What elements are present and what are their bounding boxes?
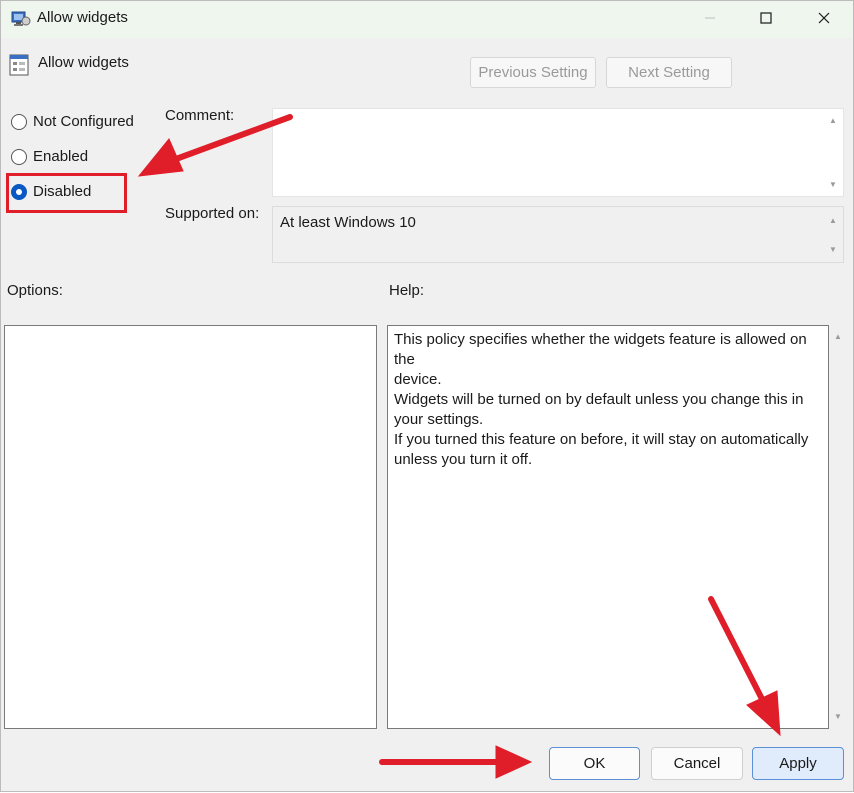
policy-dialog-window: Allow widgets Allow widgets Previous Set… xyxy=(0,0,854,792)
radio-label: Not Configured xyxy=(33,113,134,130)
comment-textarea[interactable]: ▲ ▼ xyxy=(272,108,844,197)
disabled-highlight-box xyxy=(6,173,127,213)
help-text-line: This policy specifies whether the widget… xyxy=(394,331,807,368)
help-text-line: If you turned this feature on before, it… xyxy=(394,431,809,448)
help-text-line: device. xyxy=(394,371,442,388)
supported-on-field: At least Windows 10 ▲ ▼ xyxy=(272,206,844,263)
radio-circle[interactable] xyxy=(11,113,27,130)
scroll-down-icon[interactable]: ▼ xyxy=(827,244,839,256)
supported-on-value: At least Windows 10 xyxy=(280,214,416,231)
options-label: Options: xyxy=(7,282,63,299)
radio-not-configured[interactable]: Not Configured xyxy=(11,113,134,130)
scroll-up-icon[interactable]: ▲ xyxy=(832,331,844,343)
radio-circle[interactable] xyxy=(11,148,27,165)
help-text-line: Widgets will be turned on by default unl… xyxy=(394,391,804,408)
arrowhead-ok-icon xyxy=(495,745,533,779)
options-panel xyxy=(4,325,377,729)
window-title: Allow widgets xyxy=(37,9,128,26)
scroll-up-icon[interactable]: ▲ xyxy=(827,115,839,127)
help-text-line: unless you turn it off. xyxy=(394,451,533,468)
maximize-button[interactable] xyxy=(737,1,795,38)
minimize-icon xyxy=(704,11,716,28)
next-setting-button[interactable]: Next Setting xyxy=(606,57,732,88)
scroll-down-icon[interactable]: ▼ xyxy=(827,179,839,191)
scroll-down-icon[interactable]: ▼ xyxy=(832,711,844,723)
previous-setting-button[interactable]: Previous Setting xyxy=(470,57,596,88)
title-bar: Allow widgets xyxy=(1,1,853,38)
scroll-up-icon[interactable]: ▲ xyxy=(827,215,839,227)
minimize-button[interactable] xyxy=(681,1,739,38)
arrowhead-disabled-icon xyxy=(137,138,184,177)
radio-enabled[interactable]: Enabled xyxy=(11,148,88,165)
group-policy-icon xyxy=(11,9,31,29)
supported-on-label: Supported on: xyxy=(165,205,260,222)
help-panel: This policy specifies whether the widget… xyxy=(387,325,829,729)
help-scrollbar[interactable]: ▲ ▼ xyxy=(831,325,845,729)
close-button[interactable] xyxy=(795,1,853,38)
help-label: Help: xyxy=(389,282,425,299)
close-icon xyxy=(818,11,830,28)
ok-button[interactable]: OK xyxy=(549,747,640,780)
help-text-line: your settings. xyxy=(394,411,484,428)
comment-label: Comment: xyxy=(165,107,235,124)
setting-name: Allow widgets xyxy=(38,54,129,71)
radio-label: Enabled xyxy=(33,148,89,165)
cancel-button[interactable]: Cancel xyxy=(651,747,743,780)
apply-button[interactable]: Apply xyxy=(752,747,844,780)
maximize-icon xyxy=(760,11,772,28)
policy-setting-icon xyxy=(9,54,29,76)
